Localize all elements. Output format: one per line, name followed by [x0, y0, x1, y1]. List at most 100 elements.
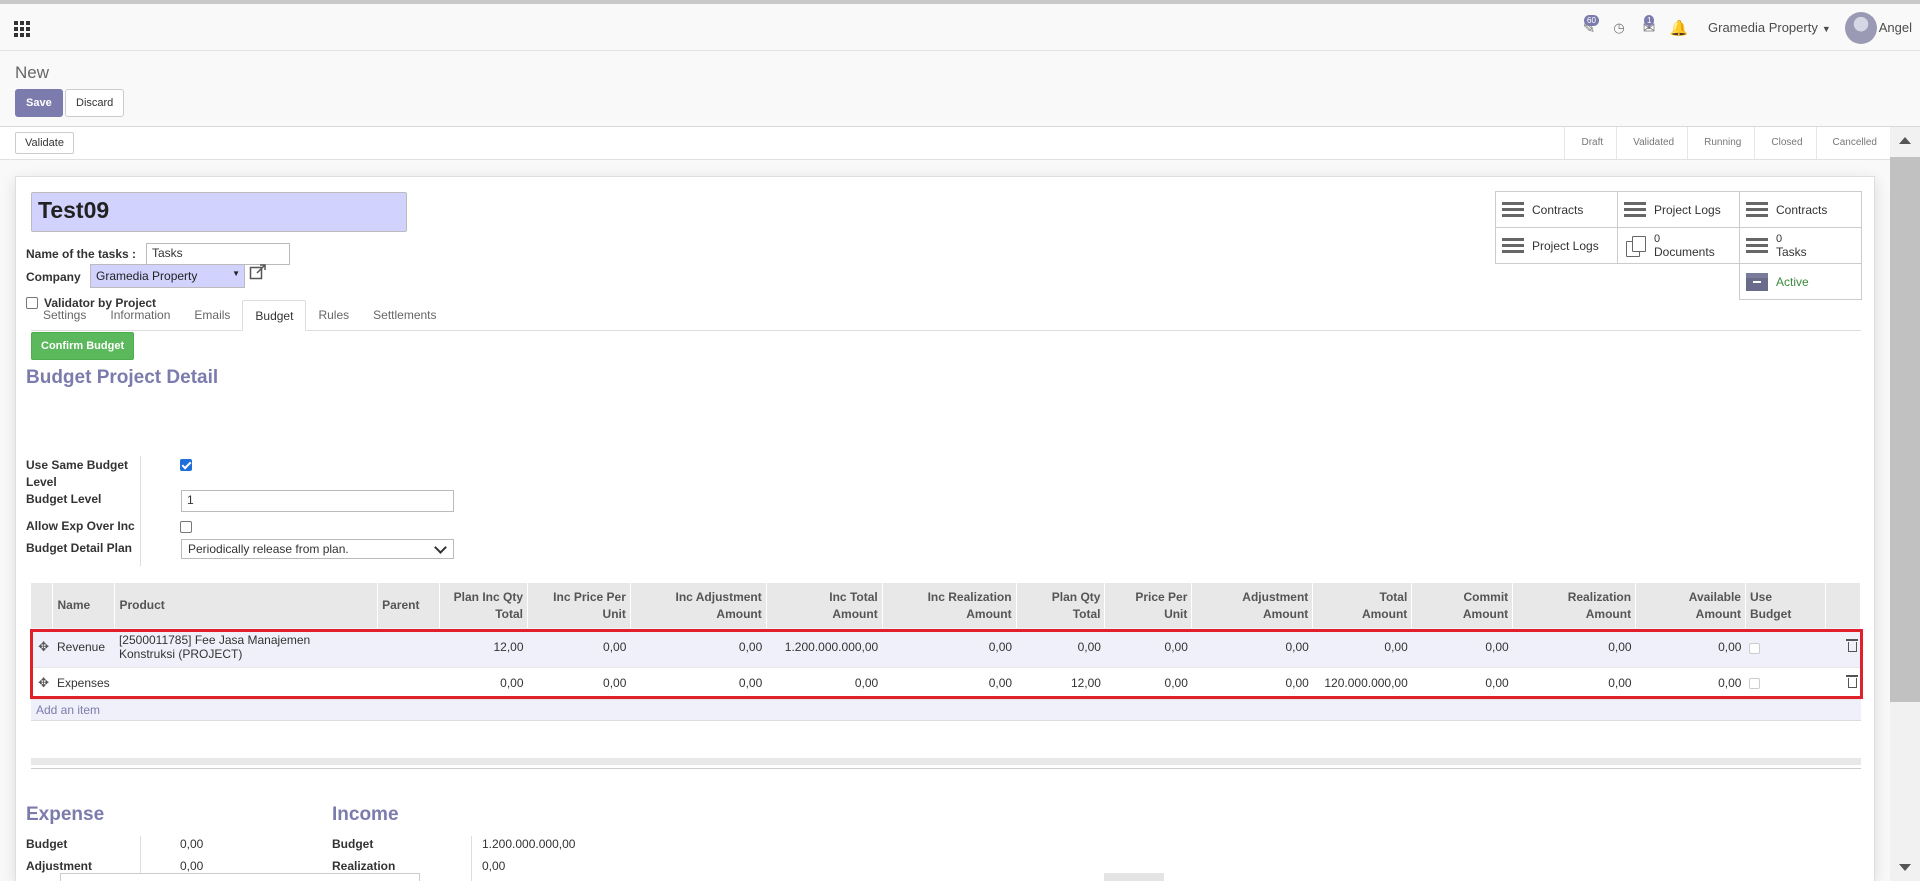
header-inc-adjustment[interactable]: Inc Adjustment Amount — [630, 583, 767, 628]
cell-parent[interactable] — [377, 667, 440, 700]
header-use-budget[interactable]: Use Budget — [1745, 583, 1826, 628]
header-parent[interactable]: Parent — [377, 583, 441, 628]
header-commit[interactable]: Commit Amount — [1411, 583, 1514, 628]
cell-inc-adjustment[interactable]: 0,00 — [630, 628, 767, 668]
use-budget-checkbox[interactable] — [1749, 678, 1761, 690]
header-name[interactable]: Name — [52, 583, 116, 628]
drag-handle[interactable]: ✥ — [31, 628, 53, 668]
drag-handle-icon[interactable]: ✥ — [38, 639, 49, 654]
external-link-icon[interactable] — [249, 263, 267, 281]
cell-realization[interactable]: 0,00 — [1512, 628, 1636, 668]
header-inc-total[interactable]: Inc Total Amount — [766, 583, 883, 628]
cell-total-amount[interactable]: 0,00 — [1312, 628, 1412, 668]
cell-inc-price[interactable]: 0,00 — [527, 667, 631, 700]
cell-plan-inc-qty[interactable]: 0,00 — [439, 667, 528, 700]
contracts-button[interactable]: Contracts — [1495, 191, 1618, 228]
messages-icon[interactable]: ✉ 1 — [1634, 13, 1664, 43]
cell-inc-adjustment[interactable]: 0,00 — [630, 667, 767, 700]
cell-plan-qty[interactable]: 0,00 — [1016, 628, 1105, 668]
stage-closed[interactable]: Closed — [1754, 127, 1815, 159]
vertical-scrollbar[interactable] — [1890, 127, 1920, 881]
header-realization[interactable]: Realization Amount — [1512, 583, 1637, 628]
cell-inc-total[interactable]: 0,00 — [766, 667, 883, 700]
cell-price-per-unit[interactable]: 0,00 — [1104, 667, 1192, 700]
header-plan-qty[interactable]: Plan Qty Total — [1016, 583, 1106, 628]
cell-product[interactable]: [2500011785] Fee Jasa Manajemen Konstruks… — [114, 628, 378, 668]
user-avatar[interactable] — [1844, 11, 1877, 44]
trash-icon[interactable] — [1845, 639, 1858, 653]
stage-running[interactable]: Running — [1687, 127, 1754, 159]
use-same-budget-checkbox[interactable] — [180, 459, 192, 471]
cell-name[interactable]: Expenses — [52, 667, 115, 700]
company-select[interactable]: Gramedia Property ▼ — [90, 264, 245, 288]
horizontal-scroll-thumb[interactable] — [1104, 873, 1164, 881]
save-button[interactable]: Save — [15, 89, 63, 117]
cell-commit[interactable]: 0,00 — [1411, 628, 1513, 668]
cell-adjustment[interactable]: 0,00 — [1191, 628, 1313, 668]
tab-settlements[interactable]: Settlements — [361, 300, 448, 331]
cell-adjustment[interactable]: 0,00 — [1191, 667, 1313, 700]
budget-detail-plan-select[interactable]: Periodically release from plan. — [181, 539, 454, 559]
project-logs-button-2[interactable]: Project Logs — [1495, 227, 1618, 264]
table-row-revenue[interactable]: ✥ Revenue [2500011785] Fee Jasa Manajeme… — [31, 628, 1861, 668]
cell-inc-realization[interactable]: 0,00 — [882, 667, 1017, 700]
table-row-expenses[interactable]: ✥ Expenses 0,00 0,00 0,00 0,00 0,00 12,0… — [31, 667, 1861, 700]
cell-plan-inc-qty[interactable]: 12,00 — [439, 628, 528, 668]
tab-settings[interactable]: Settings — [31, 300, 98, 331]
user-name[interactable]: Angel — [1879, 20, 1912, 35]
tasks-button[interactable]: 0 Tasks — [1739, 227, 1862, 264]
cell-inc-total[interactable]: 1.200.000.000,00 — [766, 628, 883, 668]
documents-button[interactable]: 0 Documents — [1617, 227, 1740, 264]
stage-cancelled[interactable]: Cancelled — [1815, 127, 1890, 159]
scroll-up-icon[interactable] — [1899, 137, 1911, 144]
cell-available[interactable]: 0,00 — [1635, 628, 1746, 668]
clock-icon[interactable]: ◷ — [1604, 13, 1634, 43]
trash-icon[interactable] — [1845, 675, 1858, 688]
project-title-input[interactable]: Test09 — [31, 192, 407, 232]
scroll-down-icon[interactable] — [1899, 864, 1911, 871]
header-product[interactable]: Product — [114, 583, 379, 628]
cell-use-budget[interactable] — [1745, 628, 1826, 668]
cell-inc-price[interactable]: 0,00 — [527, 628, 631, 668]
activity-icon[interactable]: ✎ 60 — [1574, 13, 1604, 43]
contracts-button-2[interactable]: Contracts — [1739, 191, 1862, 228]
cell-use-budget[interactable] — [1745, 667, 1826, 700]
task-name-input[interactable]: Tasks — [146, 243, 290, 265]
header-inc-price[interactable]: Inc Price Per Unit — [527, 583, 631, 628]
active-toggle-button[interactable]: Active — [1739, 263, 1862, 300]
cell-parent[interactable] — [377, 628, 440, 668]
tab-emails[interactable]: Emails — [182, 300, 242, 331]
header-inc-realization[interactable]: Inc Realization Amount — [882, 583, 1017, 628]
cell-delete[interactable] — [1825, 628, 1861, 668]
discard-button[interactable]: Discard — [65, 89, 125, 117]
tab-rules[interactable]: Rules — [306, 300, 361, 331]
cell-available[interactable]: 0,00 — [1635, 667, 1746, 700]
header-available[interactable]: Available Amount — [1635, 583, 1746, 628]
validate-button[interactable]: Validate — [15, 132, 74, 154]
cell-price-per-unit[interactable]: 0,00 — [1104, 628, 1192, 668]
tab-budget[interactable]: Budget — [242, 300, 307, 331]
add-item-link[interactable]: Add an item — [36, 703, 100, 717]
header-adjustment[interactable]: Adjustment Amount — [1191, 583, 1314, 628]
confirm-budget-button[interactable]: Confirm Budget — [31, 332, 135, 360]
budget-level-input[interactable]: 1 — [181, 490, 454, 512]
cell-plan-qty[interactable]: 12,00 — [1016, 667, 1105, 700]
header-price-per-unit[interactable]: Price Per Unit — [1104, 583, 1193, 628]
header-plan-inc-qty[interactable]: Plan Inc Qty Total — [439, 583, 528, 628]
cell-name[interactable]: Revenue — [52, 628, 115, 668]
header-total-amount[interactable]: Total Amount — [1312, 583, 1413, 628]
drag-handle[interactable]: ✥ — [31, 667, 53, 700]
drag-handle-icon[interactable]: ✥ — [38, 675, 49, 690]
cell-delete[interactable] — [1825, 667, 1861, 700]
tab-information[interactable]: Information — [98, 300, 182, 331]
cell-inc-realization[interactable]: 0,00 — [882, 628, 1017, 668]
stage-draft[interactable]: Draft — [1564, 127, 1616, 159]
stage-validated[interactable]: Validated — [1616, 127, 1687, 159]
bell-icon[interactable]: 🔔 — [1664, 13, 1694, 43]
project-logs-button[interactable]: Project Logs — [1617, 191, 1740, 228]
cell-total-amount[interactable]: 120.000.000,00 — [1312, 667, 1412, 700]
apps-menu-icon[interactable] — [14, 21, 30, 37]
cell-product[interactable] — [114, 667, 378, 700]
cell-realization[interactable]: 0,00 — [1512, 667, 1636, 700]
scroll-thumb[interactable] — [1890, 157, 1920, 702]
